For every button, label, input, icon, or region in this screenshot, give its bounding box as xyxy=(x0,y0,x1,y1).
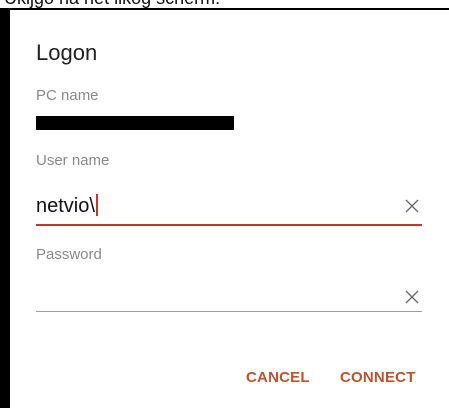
cancel-button[interactable]: CANCEL xyxy=(246,369,310,386)
connect-button[interactable]: CONNECT xyxy=(340,369,416,386)
background-instruction-text: Ukljgo na het likog scherm: xyxy=(0,0,449,8)
user-name-label: User name xyxy=(36,152,110,169)
user-name-value: netvio\ xyxy=(36,195,95,217)
logon-dialog: Logon PC name User name netvio\ Password… xyxy=(10,10,449,408)
clear-password-icon[interactable] xyxy=(404,289,420,305)
text-caret xyxy=(95,194,98,216)
user-name-input[interactable]: netvio\ xyxy=(36,194,98,218)
password-label: Password xyxy=(36,246,102,263)
pc-name-redacted-value xyxy=(36,116,234,130)
dialog-title: Logon xyxy=(36,40,98,65)
pc-name-label: PC name xyxy=(36,87,99,104)
password-underline xyxy=(36,311,422,312)
user-name-underline xyxy=(36,224,422,226)
clear-user-name-icon[interactable] xyxy=(404,198,420,214)
